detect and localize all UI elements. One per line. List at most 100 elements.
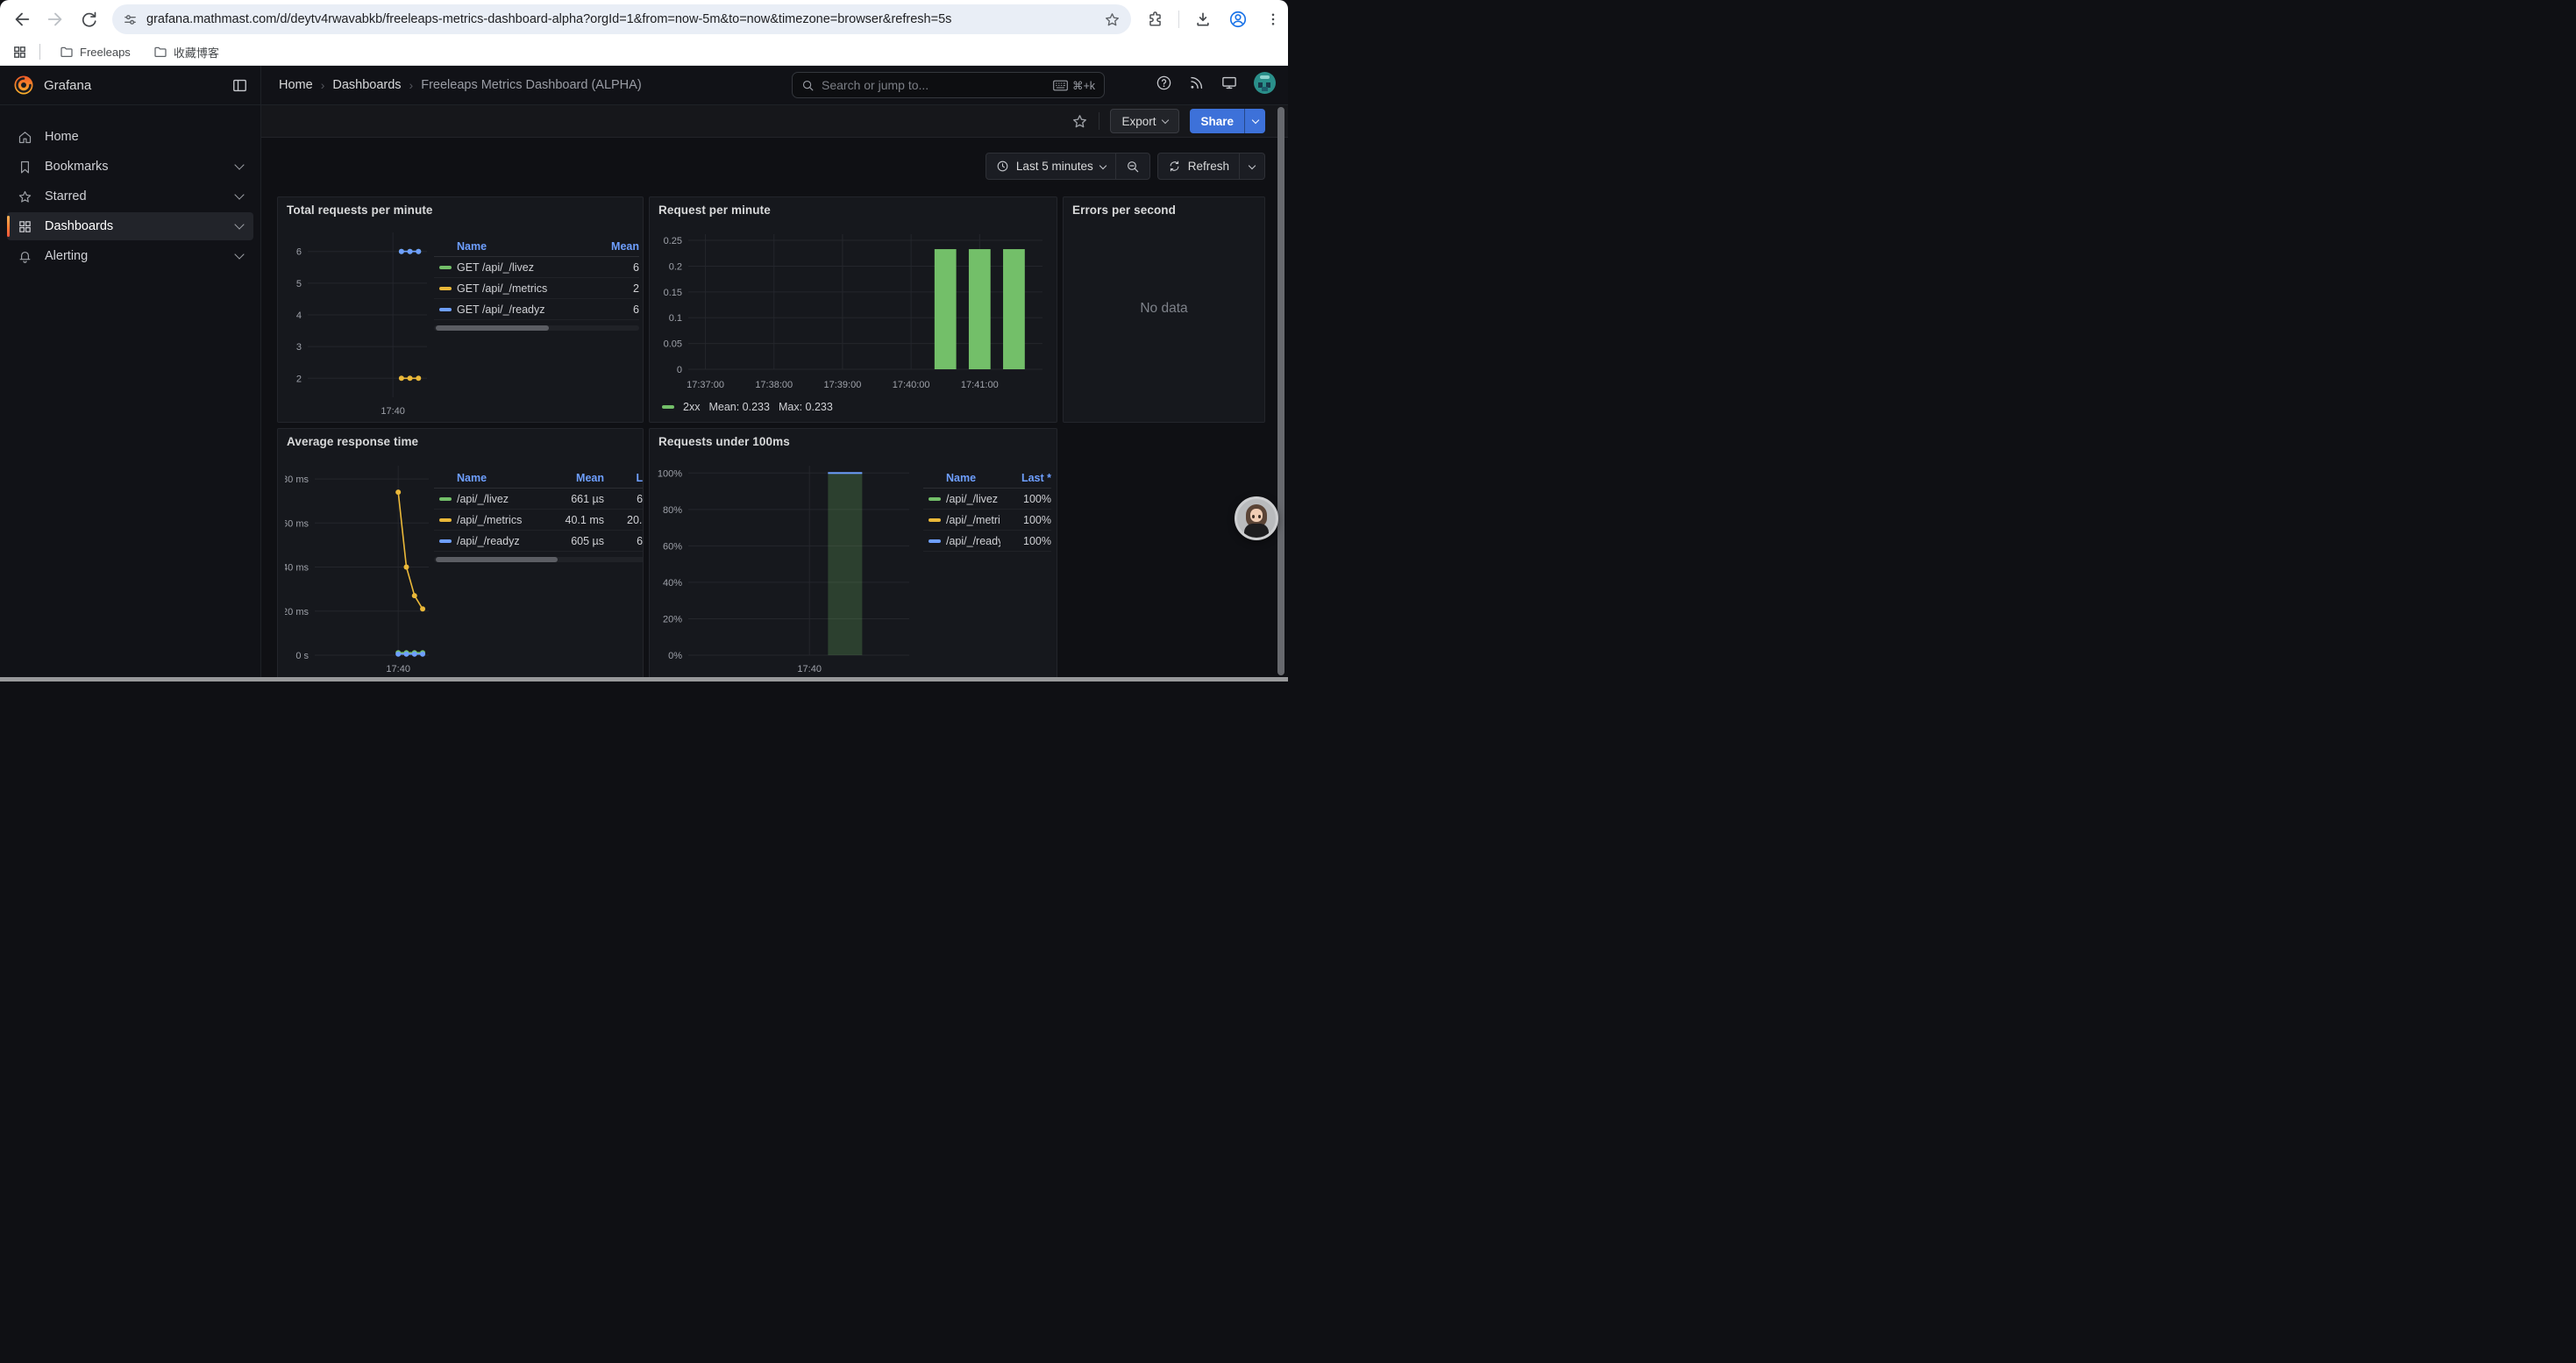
profile-button[interactable] — [1223, 4, 1253, 34]
chrome-menu-button[interactable] — [1258, 4, 1288, 34]
svg-text:40%: 40% — [663, 578, 682, 589]
search-input[interactable]: Search or jump to... ⌘+k — [792, 72, 1105, 98]
time-range-picker[interactable]: Last 5 minutes — [986, 153, 1115, 179]
panel-toggle-icon[interactable] — [231, 77, 248, 94]
page-scrollbar[interactable] — [1277, 107, 1284, 675]
svg-text:80 ms: 80 ms — [285, 475, 309, 485]
sidebar-item-dashboards[interactable]: Dashboards — [7, 212, 253, 240]
legend-inline[interactable]: 2xx Mean: 0.233 Max: 0.233 — [662, 401, 833, 413]
panel-title[interactable]: Requests under 100ms — [658, 435, 790, 448]
share-menu-button[interactable] — [1244, 109, 1265, 133]
grafana-brand[interactable]: Grafana — [44, 78, 231, 93]
legend-row[interactable]: GET /api/_/metrics2 — [434, 278, 639, 299]
news-rss-icon[interactable] — [1188, 75, 1205, 91]
legend-row[interactable]: /api/_/readyz100% — [923, 531, 1051, 552]
apps-grid-icon[interactable] — [12, 45, 27, 60]
timeseries-chart[interactable]: 17:4080 ms60 ms40 ms20 ms0 s — [285, 455, 432, 676]
url-text[interactable]: grafana.mathmast.com/d/deytv4rwavabkb/fr… — [146, 12, 1104, 26]
share-button[interactable]: Share — [1190, 109, 1265, 133]
breadcrumb-home[interactable]: Home — [279, 78, 313, 92]
svg-text:2: 2 — [296, 374, 302, 384]
extensions-button[interactable] — [1140, 4, 1170, 34]
legend-header[interactable]: NameLast * — [923, 467, 1051, 489]
zoom-out-button[interactable] — [1116, 153, 1149, 179]
sidebar-item-bookmarks[interactable]: Bookmarks — [7, 153, 253, 181]
tune-icon[interactable] — [123, 12, 138, 27]
panel-total-requests: Total requests per minute 17:4065432 Nam… — [277, 196, 644, 423]
panel-title[interactable]: Errors per second — [1072, 203, 1176, 217]
grafana-header-left: Grafana — [0, 66, 261, 104]
legend-scrollbar[interactable] — [434, 325, 639, 331]
dashboard-canvas: Last 5 minutes Refresh — [261, 138, 1288, 682]
legend-row[interactable]: GET /api/_/readyz6 — [434, 299, 639, 320]
refresh-interval-button[interactable] — [1240, 153, 1264, 179]
bell-icon — [18, 249, 32, 264]
svg-text:0.25: 0.25 — [664, 236, 682, 246]
legend-swatch — [929, 497, 941, 501]
export-button[interactable]: Export — [1110, 109, 1179, 133]
grafana-logo[interactable] — [12, 74, 35, 96]
export-label: Export — [1121, 115, 1156, 128]
legend-scrollbar[interactable] — [434, 557, 644, 562]
chevron-down-icon[interactable] — [234, 249, 244, 259]
url-bar[interactable]: grafana.mathmast.com/d/deytv4rwavabkb/fr… — [112, 4, 1131, 34]
bar-chart[interactable]: 17:40100%80%60%40%20%0% — [657, 455, 914, 676]
chevron-down-icon[interactable] — [234, 160, 244, 169]
reload-button[interactable] — [74, 4, 103, 34]
legend-series-label[interactable]: 2xx — [683, 401, 700, 413]
breadcrumb-dashboards[interactable]: Dashboards — [332, 78, 401, 92]
chevron-down-icon — [1249, 161, 1256, 168]
legend-header[interactable]: NameMeanLas — [434, 467, 644, 489]
forward-button[interactable] — [40, 4, 70, 34]
chevron-down-icon[interactable] — [234, 219, 244, 229]
breadcrumb-separator: › — [321, 78, 325, 92]
favorite-star-icon[interactable] — [1071, 113, 1088, 130]
header-icons — [1156, 72, 1276, 94]
time-range-label: Last 5 minutes — [1016, 160, 1093, 173]
breadcrumb-separator: › — [409, 78, 414, 92]
user-avatar[interactable] — [1254, 72, 1276, 94]
folder-icon — [153, 45, 167, 59]
svg-text:60%: 60% — [663, 541, 682, 552]
bookmark-folder-freeleaps[interactable]: Freeleaps — [53, 42, 138, 61]
avatar-face — [1250, 509, 1263, 522]
panel-title[interactable]: Total requests per minute — [287, 203, 433, 217]
svg-text:20%: 20% — [663, 614, 682, 624]
legend-row[interactable]: /api/_/readyz605 µs620 — [434, 531, 644, 552]
svg-text:0%: 0% — [668, 651, 682, 661]
legend-row[interactable]: /api/_/livez661 µs646 — [434, 489, 644, 510]
bar-chart[interactable]: 17:37:0017:38:0017:39:0017:40:0017:41:00… — [657, 224, 1051, 392]
assistant-avatar[interactable] — [1235, 496, 1278, 540]
bookmark-folder-label: 收藏博客 — [174, 44, 219, 61]
legend-row[interactable]: GET /api/_/livez6 — [434, 257, 639, 278]
avatar-eye — [1258, 515, 1261, 518]
bookmark-folder-blogs[interactable]: 收藏博客 — [146, 41, 226, 63]
chevron-down-icon[interactable] — [234, 189, 244, 199]
refresh-label: Refresh — [1188, 160, 1229, 173]
sidebar-item-label: Dashboards — [45, 219, 236, 233]
legend-swatch — [662, 405, 674, 409]
downloads-button[interactable] — [1188, 4, 1218, 34]
refresh-button[interactable]: Refresh — [1158, 153, 1239, 179]
back-button[interactable] — [7, 4, 37, 34]
share-label[interactable]: Share — [1190, 109, 1244, 133]
sidebar-item-starred[interactable]: Starred — [7, 182, 253, 211]
avatar-body — [1244, 524, 1269, 539]
svg-text:17:40: 17:40 — [381, 406, 405, 417]
panel-requests-under-100ms: Requests under 100ms 17:40100%80%60%40%2… — [649, 428, 1057, 682]
monitor-icon[interactable] — [1220, 75, 1238, 91]
bookmark-star-icon[interactable] — [1104, 11, 1121, 28]
folder-icon — [60, 45, 74, 59]
legend-row[interactable]: /api/_/metrics40.1 ms20.5 r — [434, 510, 644, 531]
timeseries-chart[interactable]: 17:4065432 — [285, 224, 432, 418]
legend-row[interactable]: /api/_/metrics100% — [923, 510, 1051, 531]
legend-swatch — [439, 539, 452, 543]
sidebar-item-alerting[interactable]: Alerting — [7, 242, 253, 270]
legend-header[interactable]: NameMean — [434, 236, 639, 257]
sidebar-item-home[interactable]: Home — [7, 123, 253, 151]
panel-title[interactable]: Average response time — [287, 435, 418, 448]
refresh-icon — [1168, 160, 1181, 173]
legend-row[interactable]: /api/_/livez100% — [923, 489, 1051, 510]
help-icon[interactable] — [1156, 75, 1172, 91]
panel-title[interactable]: Request per minute — [658, 203, 771, 217]
